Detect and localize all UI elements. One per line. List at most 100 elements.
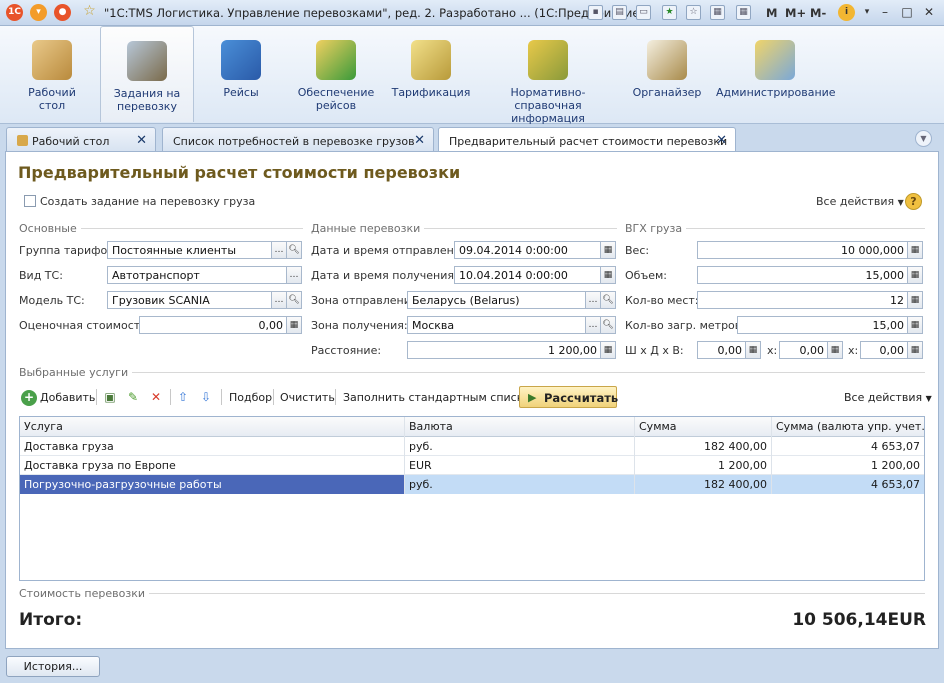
- select-button[interactable]: …: [286, 266, 302, 284]
- favorites-star-icon[interactable]: ☆: [82, 4, 97, 20]
- table-row[interactable]: Доставка груза руб. 182 400,00 4 653,07: [20, 437, 924, 456]
- copy-icon[interactable]: ▣: [103, 390, 117, 404]
- calculator-icon[interactable]: ▦: [907, 341, 923, 359]
- section-administration[interactable]: Администрирование: [716, 26, 836, 122]
- section-organizer[interactable]: Органайзер: [624, 26, 710, 122]
- calculator-icon[interactable]: ▦: [907, 241, 923, 259]
- calculator-icon[interactable]: ▦: [907, 316, 923, 334]
- clear-button[interactable]: Очистить: [280, 391, 335, 404]
- calculator-icon[interactable]: ▦: [736, 5, 751, 20]
- height-field[interactable]: 0,00: [860, 341, 909, 359]
- history-icon[interactable]: ☆: [686, 5, 701, 20]
- section-tariffs[interactable]: Тарификация: [388, 26, 474, 122]
- close-tab-icon[interactable]: ✕: [414, 133, 425, 148]
- weight-field[interactable]: 10 000,000: [697, 241, 909, 259]
- maximize-button[interactable]: □: [898, 4, 916, 21]
- tab-bar: Рабочий стол ✕ Список потребностей в пер…: [0, 124, 944, 153]
- add-button[interactable]: Добавить: [40, 391, 95, 404]
- fill-standard-button[interactable]: Заполнить стандартным списком: [343, 391, 538, 404]
- section-transport-tasks[interactable]: Задания на перевозку: [100, 26, 194, 122]
- add-icon[interactable]: +: [21, 390, 37, 406]
- est-cost-field[interactable]: 0,00: [139, 316, 288, 334]
- m-minus-button[interactable]: M-: [810, 6, 826, 20]
- preview-icon[interactable]: ▭: [636, 5, 651, 20]
- save-icon[interactable]: ▪: [588, 5, 603, 20]
- calculator-icon[interactable]: ▦: [827, 341, 843, 359]
- search-icon[interactable]: 🔍︎: [600, 291, 616, 309]
- calculate-label: Рассчитать: [544, 391, 619, 405]
- calculator-icon[interactable]: ▦: [600, 341, 616, 359]
- m-plus-button[interactable]: M+: [785, 6, 806, 20]
- section-trips[interactable]: Рейсы: [198, 26, 284, 122]
- distance-label: Расстояние:: [311, 344, 382, 357]
- distance-field[interactable]: 1 200,00: [407, 341, 602, 359]
- add-favorite-icon[interactable]: ★: [662, 5, 677, 20]
- section-trip-supply[interactable]: Обеспечение рейсов: [290, 26, 382, 122]
- menu-icon[interactable]: ▾: [30, 4, 47, 21]
- history-button[interactable]: История...: [6, 656, 100, 677]
- volume-field[interactable]: 15,000: [697, 266, 909, 284]
- calendar-icon[interactable]: ▦: [600, 241, 616, 259]
- column-header[interactable]: Сумма (валюта упр. учет.): [772, 417, 924, 437]
- all-actions-menu[interactable]: Все действия ▼: [816, 195, 904, 208]
- calculate-button[interactable]: ▶ Рассчитать: [519, 386, 619, 408]
- tab-label: Предварительный расчет стоимости перевоз…: [449, 135, 728, 148]
- calculator-icon[interactable]: ▦: [907, 266, 923, 284]
- select-button[interactable]: …: [585, 291, 601, 309]
- services-all-actions-menu[interactable]: Все действия ▼: [844, 391, 932, 404]
- table-row[interactable]: Доставка груза по Европе EUR 1 200,00 1 …: [20, 456, 924, 475]
- tariff-group-field[interactable]: Постоянные клиенты: [107, 241, 273, 259]
- help-icon[interactable]: ?: [905, 193, 922, 210]
- tabs-dropdown-icon[interactable]: ▼: [915, 130, 932, 147]
- select-button[interactable]: …: [271, 291, 287, 309]
- create-task-checkbox[interactable]: [24, 195, 36, 207]
- vehicle-type-field[interactable]: Автотранспорт: [107, 266, 288, 284]
- search-icon[interactable]: 🔍︎: [600, 316, 616, 334]
- arrival-field[interactable]: 10.04.2014 0:00:00: [454, 266, 602, 284]
- delete-icon[interactable]: ✕: [149, 390, 163, 404]
- edit-pencil-icon[interactable]: ✎: [126, 390, 140, 404]
- width-field[interactable]: 0,00: [697, 341, 747, 359]
- move-up-icon[interactable]: ⇧: [176, 390, 190, 404]
- info-dropdown-icon[interactable]: ▾: [858, 4, 876, 21]
- section-desktop[interactable]: Рабочий стол: [10, 26, 94, 122]
- currency-cell: руб.: [405, 437, 635, 456]
- column-header[interactable]: Валюта: [405, 417, 635, 437]
- app-logo-icon[interactable]: 1С: [6, 4, 23, 21]
- close-tab-icon[interactable]: ✕: [136, 133, 147, 148]
- column-header[interactable]: Сумма: [635, 417, 772, 437]
- section-reference-info[interactable]: Нормативно-справочная информация: [480, 26, 616, 125]
- column-header[interactable]: Услуга: [20, 417, 405, 437]
- move-down-icon[interactable]: ⇩: [199, 390, 213, 404]
- pick-button[interactable]: Подбор: [229, 391, 272, 404]
- close-tab-icon[interactable]: ✕: [716, 133, 727, 148]
- select-button[interactable]: …: [585, 316, 601, 334]
- tab-cost-calculation[interactable]: Предварительный расчет стоимости перевоз…: [438, 127, 736, 153]
- info-icon[interactable]: i: [838, 4, 855, 21]
- meters-field[interactable]: 15,00: [737, 316, 909, 334]
- from-zone-field[interactable]: Беларусь (Belarus): [407, 291, 587, 309]
- to-zone-field[interactable]: Москва: [407, 316, 587, 334]
- amount-mgmt-cell: 4 653,07: [772, 475, 924, 494]
- print-icon[interactable]: ▤: [612, 5, 627, 20]
- departure-field[interactable]: 09.04.2014 0:00:00: [454, 241, 602, 259]
- search-icon[interactable]: 🔍︎: [286, 241, 302, 259]
- vehicle-model-field[interactable]: Грузовик SCANIA: [107, 291, 273, 309]
- calculator-icon[interactable]: ▦: [907, 291, 923, 309]
- minimize-button[interactable]: –: [876, 4, 894, 21]
- calculator-icon[interactable]: ▦: [286, 316, 302, 334]
- length-field[interactable]: 0,00: [779, 341, 829, 359]
- close-button[interactable]: ✕: [920, 4, 938, 21]
- search-icon[interactable]: 🔍︎: [286, 291, 302, 309]
- main-menu-icon[interactable]: ●: [54, 4, 71, 21]
- tab-desktop[interactable]: Рабочий стол ✕: [6, 127, 156, 152]
- m-button[interactable]: M: [766, 6, 777, 20]
- table-row-selected[interactable]: Погрузочно-разгрузочные работы руб. 182 …: [20, 475, 924, 494]
- calendar-icon[interactable]: ▦: [710, 5, 725, 20]
- calendar-icon[interactable]: ▦: [600, 266, 616, 284]
- places-field[interactable]: 12: [697, 291, 909, 309]
- home-icon: [17, 135, 28, 146]
- select-button[interactable]: …: [271, 241, 287, 259]
- tab-needs-list[interactable]: Список потребностей в перевозке грузов ✕: [162, 127, 434, 152]
- calculator-icon[interactable]: ▦: [745, 341, 761, 359]
